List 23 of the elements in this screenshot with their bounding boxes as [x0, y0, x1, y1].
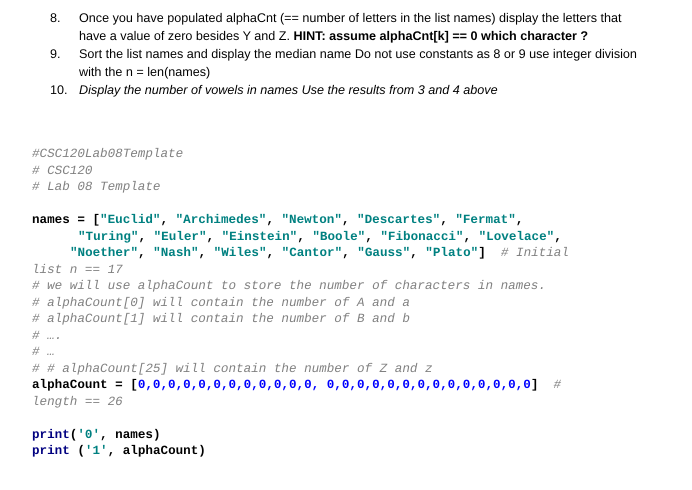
code-line: print ('1', alphaCount) [32, 443, 206, 460]
code-line: # alphaCount[1] will contain the number of B and b [32, 311, 410, 328]
code-line: "Noether", "Nash", "Wiles", "Cantor", "Gauss", "Plato"] # Initial [70, 245, 569, 262]
instruction-text: Once you have populated alphaCnt (== number of letters in the list names) display the letters that have a value of zero besides Y and Z. HINT: assume alphaCnt[k] == 0 which character ? [79, 10, 623, 45]
item-number: 9. [50, 46, 62, 63]
code-line: alphaCount = [0,0,0,0,0,0,0,0,0,0,0,0, 0,0,0,0,0,0,0,0,0,0,0,0,0,0] # [32, 377, 562, 394]
code-line: "Turing", "Euler", "Einstein", "Boole", "Fibonacci", "Lovelace", [78, 228, 562, 245]
code-line: # we will use alphaCount to store the number of characters in names. [32, 278, 546, 294]
code-line: list n == 17 [32, 262, 123, 278]
code-line: # alphaCount[0] will contain the number of A and a [32, 294, 410, 311]
code-line: length == 26 [32, 394, 123, 410]
code-line: # …. [32, 328, 62, 344]
code-line: # # alphaCount[25] will contain the number of Z and z [32, 360, 433, 377]
code-line: #CSC120Lab08Template [32, 146, 184, 162]
code-line: print('0', names) [32, 426, 161, 443]
code-line: # Lab 08 Template [32, 179, 160, 196]
instruction-text: Display the number of vowels in names Use the results from 3 and 4 above [79, 82, 498, 99]
item-number: 10. [50, 82, 69, 99]
instruction-text: Sort the list names and display the median name Do not use constants as 8 or 9 use integer division with the n = len(names) [79, 46, 638, 81]
code-line: # CSC120 [32, 162, 92, 179]
code-line: names = ["Euclid", "Archimedes", "Newton", "Descartes", "Fermat", [32, 212, 524, 228]
item-number: 8. [50, 10, 62, 27]
code-line: # … [32, 344, 55, 360]
